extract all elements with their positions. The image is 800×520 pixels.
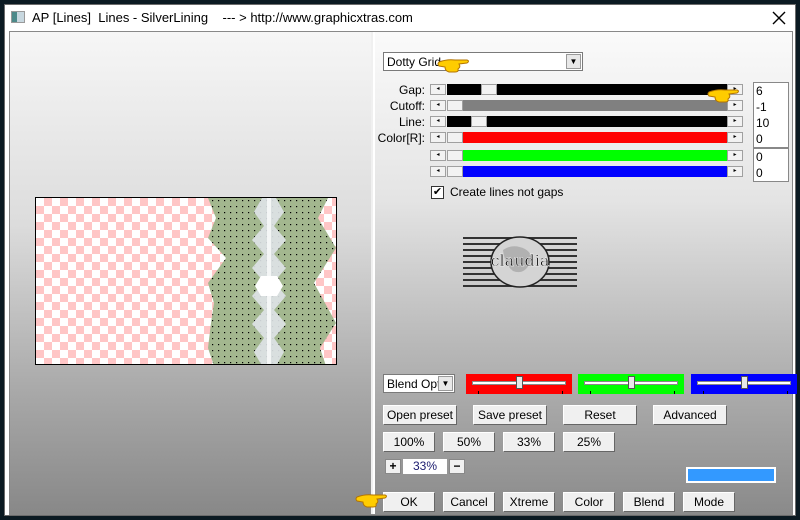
scroll-left-button[interactable]: ◂ <box>430 100 446 111</box>
cutoff-label: Cutoff: <box>389 99 425 113</box>
preset-type-value: Dotty Grid <box>387 55 442 69</box>
zoom-33-button[interactable]: 33% <box>503 432 555 452</box>
reset-button[interactable]: Reset <box>563 405 637 425</box>
claudia-logo: claudia <box>463 236 577 288</box>
controls-pane: Dotty Grid ▼ Gap: ◂ ▸ Cutoff: ◂ ▸ Line: ◂ ▸ Color… <box>375 32 797 514</box>
values-box-1: 6 -1 10 0 <box>753 82 789 148</box>
cutoff-thumb[interactable] <box>447 100 463 111</box>
color-r-label: Color[R]: <box>377 131 425 145</box>
scroll-left-button[interactable]: ◂ <box>430 84 446 95</box>
close-icon <box>772 11 786 25</box>
title-bar: AP [Lines] Lines - SilverLining --- > ht… <box>5 5 795 31</box>
blend-red-slider[interactable] <box>466 374 572 394</box>
save-preset-button[interactable]: Save preset <box>473 405 547 425</box>
zoom-level-value: 33% <box>403 459 447 474</box>
color-r-thumb[interactable] <box>447 132 463 143</box>
blend-green-slider[interactable] <box>578 374 684 394</box>
open-preset-button[interactable]: Open preset <box>383 405 457 425</box>
dialog-client-area: Dotty Grid ▼ Gap: ◂ ▸ Cutoff: ◂ ▸ Line: ◂ ▸ Color… <box>9 31 797 515</box>
slider-knob[interactable] <box>628 376 635 389</box>
zoom-25-button[interactable]: 25% <box>563 432 615 452</box>
scroll-right-button[interactable]: ▸ <box>727 132 743 143</box>
app-icon <box>11 11 25 23</box>
plugin-dialog-window: AP [Lines] Lines - SilverLining --- > ht… <box>4 4 797 516</box>
line-track[interactable] <box>447 116 727 127</box>
gap-value[interactable]: 6 <box>754 83 788 99</box>
blend-options-select[interactable]: Blend Opti ▼ <box>383 374 455 393</box>
blend-options-value: Blend Opti <box>387 377 444 391</box>
gap-track[interactable] <box>447 84 727 95</box>
color-r-track[interactable] <box>447 132 727 143</box>
slider-tick <box>590 391 591 394</box>
gap-label: Gap: <box>398 83 425 97</box>
color-g-thumb[interactable] <box>447 150 463 161</box>
window-title: AP [Lines] Lines - SilverLining --- > ht… <box>32 10 413 25</box>
scroll-left-button[interactable]: ◂ <box>430 132 446 143</box>
slider-tick <box>787 391 788 394</box>
chevron-down-icon[interactable]: ▼ <box>566 54 581 69</box>
zoom-in-button[interactable]: + <box>385 459 401 474</box>
pointing-hand-icon <box>707 89 739 103</box>
slider-color-b: ◂ ▸ <box>375 165 792 179</box>
slider-color-r: Color[R]: ◂ ▸ <box>375 131 792 145</box>
color-g-value[interactable]: 0 <box>754 149 788 165</box>
preview-pane <box>10 32 373 514</box>
pointing-hand-icon <box>355 494 387 508</box>
zoom-control: + 33% − <box>385 459 465 474</box>
zoom-100-button[interactable]: 100% <box>383 432 435 452</box>
xtreme-button[interactable]: Xtreme <box>503 492 555 512</box>
color-r-value[interactable]: 0 <box>754 131 788 147</box>
slider-color-g: ◂ ▸ <box>375 149 792 163</box>
scroll-left-button[interactable]: ◂ <box>430 150 446 161</box>
scroll-left-button[interactable]: ◂ <box>430 166 446 177</box>
mode-button[interactable]: Mode <box>683 492 735 512</box>
close-button[interactable] <box>769 8 789 28</box>
slider-tick <box>478 391 479 394</box>
create-lines-label: Create lines not gaps <box>450 185 564 199</box>
scroll-right-button[interactable]: ▸ <box>727 150 743 161</box>
pointing-hand-icon <box>437 59 469 73</box>
scroll-right-button[interactable]: ▸ <box>727 166 743 177</box>
slider-line: Line: ◂ ▸ <box>375 115 792 129</box>
line-label: Line: <box>398 115 425 129</box>
slider-knob[interactable] <box>741 376 748 389</box>
cutoff-value[interactable]: -1 <box>754 99 788 115</box>
color-swatch[interactable] <box>686 467 776 483</box>
create-lines-checkbox[interactable]: ✔ <box>431 185 444 199</box>
blend-blue-slider[interactable] <box>691 374 797 394</box>
scroll-right-button[interactable]: ▸ <box>727 116 743 127</box>
create-lines-option[interactable]: ✔ Create lines not gaps <box>431 185 563 199</box>
ok-button[interactable]: OK <box>383 492 435 512</box>
color-g-track[interactable] <box>447 150 727 161</box>
cancel-button[interactable]: Cancel <box>443 492 495 512</box>
zoom-out-button[interactable]: − <box>449 459 465 474</box>
color-button[interactable]: Color <box>563 492 615 512</box>
line-value[interactable]: 10 <box>754 115 788 131</box>
values-box-2: 0 0 <box>753 148 789 182</box>
slider-knob[interactable] <box>516 376 523 389</box>
line-thumb[interactable] <box>471 116 487 127</box>
preview-image[interactable] <box>35 197 337 365</box>
scroll-left-button[interactable]: ◂ <box>430 116 446 127</box>
zoom-50-button[interactable]: 50% <box>443 432 495 452</box>
blend-button[interactable]: Blend <box>623 492 675 512</box>
color-b-thumb[interactable] <box>447 166 463 177</box>
chevron-down-icon[interactable]: ▼ <box>438 376 453 391</box>
preset-type-select[interactable]: Dotty Grid ▼ <box>383 52 583 71</box>
preview-artwork <box>208 198 336 364</box>
color-b-value[interactable]: 0 <box>754 165 788 181</box>
logo-text: claudia <box>491 251 550 270</box>
center-gap <box>255 276 283 296</box>
slider-tick <box>703 391 704 394</box>
color-b-track[interactable] <box>447 166 727 177</box>
advanced-button[interactable]: Advanced <box>653 405 727 425</box>
cutoff-track[interactable] <box>447 100 727 111</box>
slider-tick <box>674 391 675 394</box>
gap-thumb[interactable] <box>481 84 497 95</box>
slider-tick <box>562 391 563 394</box>
